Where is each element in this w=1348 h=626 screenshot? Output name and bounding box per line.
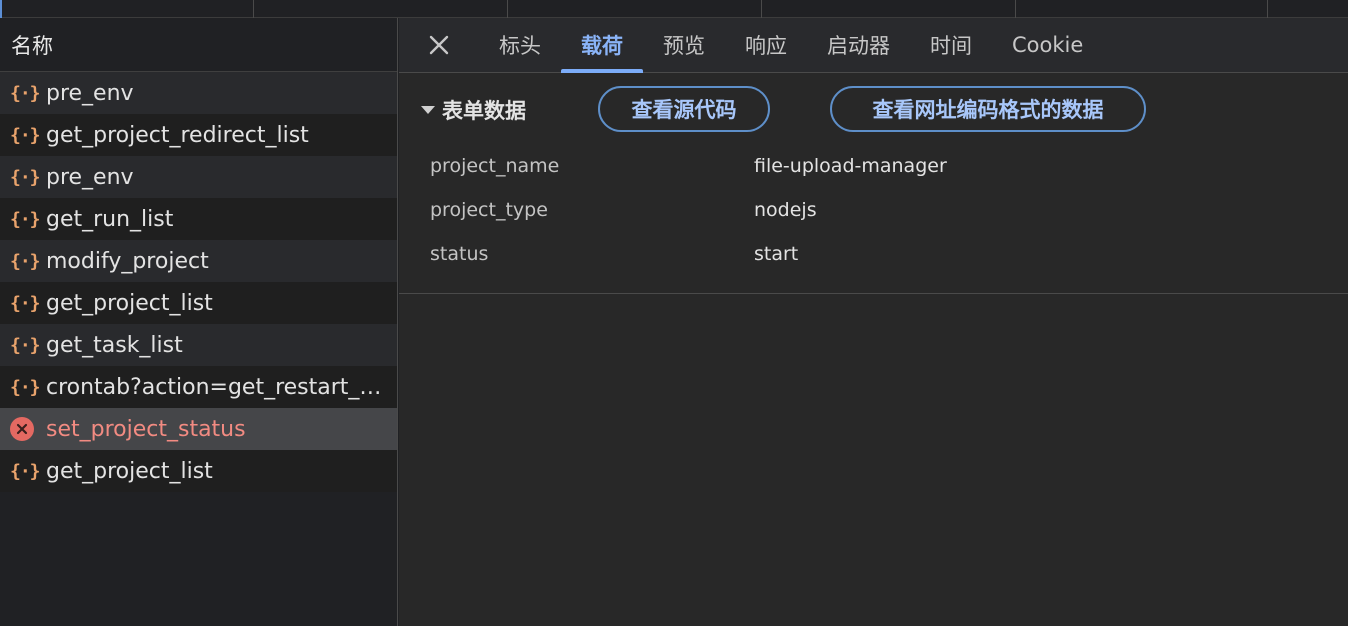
- request-row[interactable]: {·} get_project_list: [0, 450, 397, 492]
- form-field-value[interactable]: start: [754, 243, 798, 265]
- request-row[interactable]: {·} get_run_list: [0, 198, 397, 240]
- request-name: get_task_list: [46, 332, 183, 358]
- form-field-key: status: [430, 243, 489, 265]
- column-divider[interactable]: [253, 0, 254, 18]
- name-column-label: 名称: [11, 33, 53, 58]
- top-column-strip: [0, 0, 1348, 18]
- error-circle-icon: [10, 417, 34, 441]
- request-row[interactable]: {·} pre_env: [0, 72, 397, 114]
- json-braces-icon: {·}: [10, 82, 41, 104]
- column-divider[interactable]: [1015, 0, 1016, 18]
- request-row[interactable]: {·} get_task_list: [0, 324, 397, 366]
- request-row[interactable]: {·} pre_env: [0, 156, 397, 198]
- form-data-section-header[interactable]: 表单数据: [421, 85, 526, 135]
- name-column-header[interactable]: 名称: [0, 18, 397, 72]
- form-field-row: project_name file-upload-manager: [430, 155, 947, 177]
- json-braces-icon: {·}: [10, 334, 41, 356]
- form-field-row: project_type nodejs: [430, 199, 817, 221]
- view-source-button[interactable]: 查看源代码: [598, 86, 770, 132]
- request-row[interactable]: {·} crontab?action=get_restart_…: [0, 366, 397, 408]
- json-braces-icon: {·}: [10, 166, 41, 188]
- view-url-encoded-button[interactable]: 查看网址编码格式的数据: [830, 86, 1146, 132]
- form-field-value[interactable]: nodejs: [754, 199, 817, 221]
- request-name: pre_env: [46, 80, 134, 106]
- payload-panel: 表单数据 查看源代码 查看网址编码格式的数据 project_name file…: [399, 73, 1348, 294]
- column-divider[interactable]: [507, 0, 508, 18]
- json-braces-icon: {·}: [10, 124, 41, 146]
- request-row[interactable]: {·} get_project_list: [0, 282, 397, 324]
- close-details-button[interactable]: [399, 18, 479, 72]
- caret-down-icon[interactable]: [421, 106, 435, 114]
- form-data-title: 表单数据: [442, 99, 526, 123]
- form-field-value[interactable]: file-upload-manager: [754, 155, 947, 177]
- column-divider[interactable]: [1267, 0, 1268, 18]
- tab-headers[interactable]: 标头: [479, 18, 561, 72]
- tab-payload[interactable]: 载荷: [561, 18, 643, 73]
- details-tabbar: 标头 载荷 预览 响应 启动器 时间 Cookie: [399, 18, 1348, 73]
- request-name: modify_project: [46, 248, 209, 274]
- tab-initiator[interactable]: 启动器: [807, 18, 910, 72]
- tab-preview[interactable]: 预览: [643, 18, 725, 72]
- column-divider[interactable]: [761, 0, 762, 18]
- request-name: get_project_redirect_list: [46, 122, 309, 148]
- request-name: pre_env: [46, 164, 134, 190]
- tab-timing[interactable]: 时间: [910, 18, 992, 72]
- request-row[interactable]: {·} get_project_redirect_list: [0, 114, 397, 156]
- json-braces-icon: {·}: [10, 460, 41, 482]
- request-name: get_project_list: [46, 290, 213, 316]
- request-row[interactable]: {·} modify_project: [0, 240, 397, 282]
- form-field-row: status start: [430, 243, 798, 265]
- tab-response[interactable]: 响应: [725, 18, 807, 72]
- request-list: {·} pre_env {·} get_project_redirect_list {·…: [0, 72, 397, 492]
- json-braces-icon: {·}: [10, 208, 41, 230]
- request-name: get_project_list: [46, 458, 213, 484]
- form-field-key: project_type: [430, 199, 548, 221]
- request-name: crontab?action=get_restart_…: [46, 374, 382, 400]
- json-braces-icon: {·}: [10, 292, 41, 314]
- json-braces-icon: {·}: [10, 376, 41, 398]
- tab-cookies[interactable]: Cookie: [992, 18, 1103, 72]
- json-braces-icon: {·}: [10, 250, 41, 272]
- request-row[interactable]: set_project_status: [0, 408, 397, 450]
- request-list-pane: 名称 {·} pre_env {·} get_project_redirect_lis…: [0, 18, 398, 626]
- close-icon: [429, 35, 449, 55]
- request-details-pane: 标头 载荷 预览 响应 启动器 时间 Cookie 表单数据 查看源代码 查看网址编码格式的…: [399, 18, 1348, 626]
- top-strip-accent: [0, 0, 2, 18]
- request-name: get_run_list: [46, 206, 174, 232]
- request-name: set_project_status: [46, 416, 246, 442]
- form-field-key: project_name: [430, 155, 560, 177]
